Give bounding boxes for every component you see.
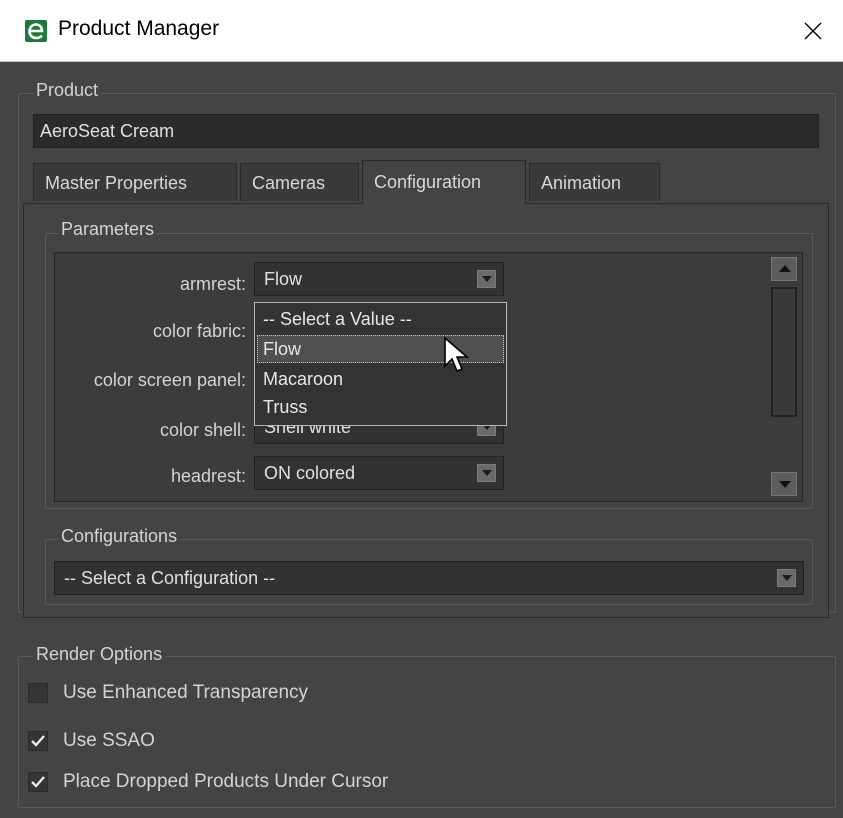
enhanced-transparency-label: Use Enhanced Transparency <box>63 682 309 703</box>
checkmark-icon <box>31 735 45 747</box>
render-options-legend: Render Options <box>33 644 166 665</box>
dropdown-option[interactable]: Truss <box>257 393 504 421</box>
param-label-color-shell: color shell: <box>159 420 246 440</box>
product-name-field[interactable]: AeroSeat Cream <box>33 114 819 148</box>
headrest-select[interactable]: ON colored <box>254 456 504 490</box>
scroll-up-arrow-icon[interactable] <box>771 257 797 281</box>
param-label-headrest: headrest: <box>170 466 246 486</box>
product-legend: Product <box>33 80 102 101</box>
param-label-color-screen-panel: color screen panel: <box>93 370 246 390</box>
parameters-legend: Parameters <box>58 219 158 240</box>
checkmark-icon <box>31 776 45 788</box>
configurations-legend: Configurations <box>58 526 181 547</box>
dropdown-option[interactable]: -- Select a Value -- <box>257 305 504 333</box>
parameters-scrollbar[interactable] <box>768 255 800 498</box>
param-label-color-fabric: color fabric: <box>152 321 246 341</box>
chevron-down-icon[interactable] <box>777 569 796 587</box>
tab-master-properties[interactable]: Master Properties <box>33 163 237 201</box>
configuration-select[interactable]: -- Select a Configuration -- <box>54 561 804 595</box>
headrest-select-value: ON colored <box>264 463 356 483</box>
mouse-cursor-icon <box>444 336 470 373</box>
chevron-down-icon[interactable] <box>477 464 496 482</box>
armrest-select[interactable]: Flow <box>254 262 504 296</box>
scroll-down-arrow-icon[interactable] <box>771 472 797 496</box>
tab-animation[interactable]: Animation <box>529 163 660 201</box>
tab-cameras[interactable]: Cameras <box>240 163 359 201</box>
configuration-select-value: -- Select a Configuration -- <box>64 568 276 588</box>
ssao-label: Use SSAO <box>63 730 155 751</box>
ssao-checkbox[interactable] <box>28 731 48 751</box>
close-button[interactable] <box>783 0 843 62</box>
scrollbar-thumb[interactable] <box>771 287 797 417</box>
place-dropped-checkbox[interactable] <box>28 772 48 792</box>
place-dropped-label: Place Dropped Products Under Cursor <box>63 771 389 792</box>
window-title: Product Manager <box>58 17 220 40</box>
close-icon <box>804 22 822 40</box>
enhanced-transparency-checkbox[interactable] <box>28 683 48 703</box>
title-bar: Product Manager <box>0 0 843 62</box>
param-label-armrest: armrest: <box>179 274 246 294</box>
chevron-down-icon[interactable] <box>477 270 496 288</box>
tab-configuration[interactable]: Configuration <box>362 160 526 204</box>
e-logo-icon <box>25 20 47 42</box>
armrest-select-value: Flow <box>264 269 303 289</box>
